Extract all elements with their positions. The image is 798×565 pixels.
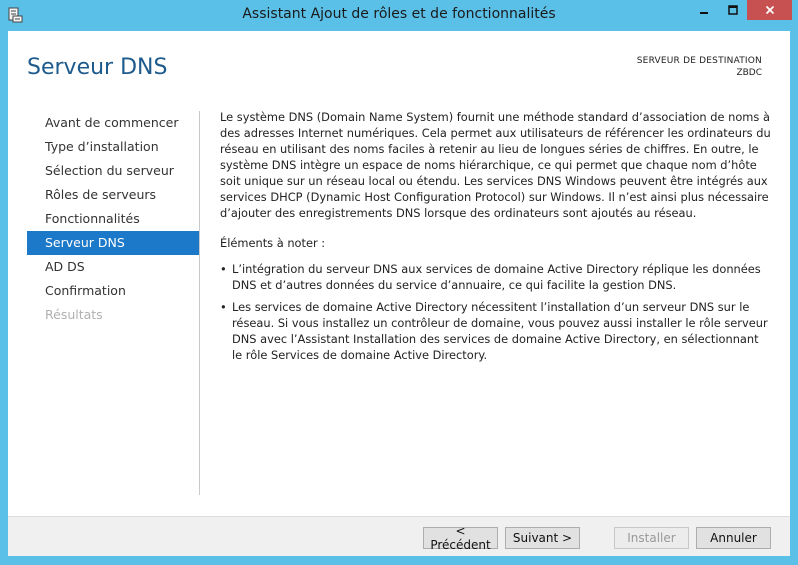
destination-server-label: SERVEUR DE DESTINATION [636, 56, 762, 66]
previous-button[interactable]: < Précédent [423, 524, 498, 552]
maximize-icon [727, 5, 738, 15]
nav-item-ad-ds[interactable]: AD DS [27, 255, 199, 279]
minimize-button[interactable] [690, 0, 718, 20]
notes-list: L’intégration du serveur DNS aux service… [220, 261, 772, 363]
cancel-button[interactable]: Annuler [696, 527, 771, 549]
window-title: Assistant Ajout de rôles et de fonctionn… [242, 6, 556, 22]
page-content: Le système DNS (Domain Name System) four… [220, 109, 772, 369]
nav-item-confirmation[interactable]: Confirmation [27, 279, 199, 303]
nav-item-serveur-dns[interactable]: Serveur DNS [27, 231, 199, 255]
wizard-header: Serveur DNS SERVEUR DE DESTINATION ZBDC [8, 31, 790, 101]
intro-paragraph: Le système DNS (Domain Name System) four… [220, 110, 771, 220]
title-bar[interactable]: Assistant Ajout de rôles et de fonctionn… [0, 0, 798, 30]
nav-item-resultats: Résultats [45, 307, 103, 322]
wizard-window: Assistant Ajout de rôles et de fonctionn… [0, 0, 798, 565]
wizard-client-area: Serveur DNS SERVEUR DE DESTINATION ZBDC … [8, 31, 790, 556]
install-button: Installer [614, 527, 689, 549]
nav-item-roles-serveurs[interactable]: Rôles de serveurs [27, 183, 199, 207]
wizard-footer: < Précédent Suivant > Installer Annuler [8, 516, 790, 556]
maximize-button[interactable] [719, 0, 746, 20]
notes-heading: Éléments à noter : [220, 236, 326, 250]
nav-divider [199, 111, 200, 495]
close-button[interactable] [747, 0, 792, 20]
wizard-navigation: Avant de commencer Type d’installation S… [27, 111, 199, 327]
minimize-icon [700, 12, 708, 14]
destination-server-name: ZBDC [736, 68, 762, 78]
nav-item-avant-de-commencer[interactable]: Avant de commencer [27, 111, 199, 135]
nav-item-type-installation[interactable]: Type d’installation [27, 135, 199, 159]
close-icon [765, 5, 774, 15]
nav-item-selection-serveur[interactable]: Sélection du serveur [27, 159, 199, 183]
next-button[interactable]: Suivant > [505, 527, 580, 549]
page-title: Serveur DNS [27, 55, 168, 80]
list-item: L’intégration du serveur DNS aux service… [220, 261, 772, 293]
nav-item-fonctionnalites[interactable]: Fonctionnalités [27, 207, 199, 231]
list-item: Les services de domaine Active Directory… [220, 299, 772, 363]
